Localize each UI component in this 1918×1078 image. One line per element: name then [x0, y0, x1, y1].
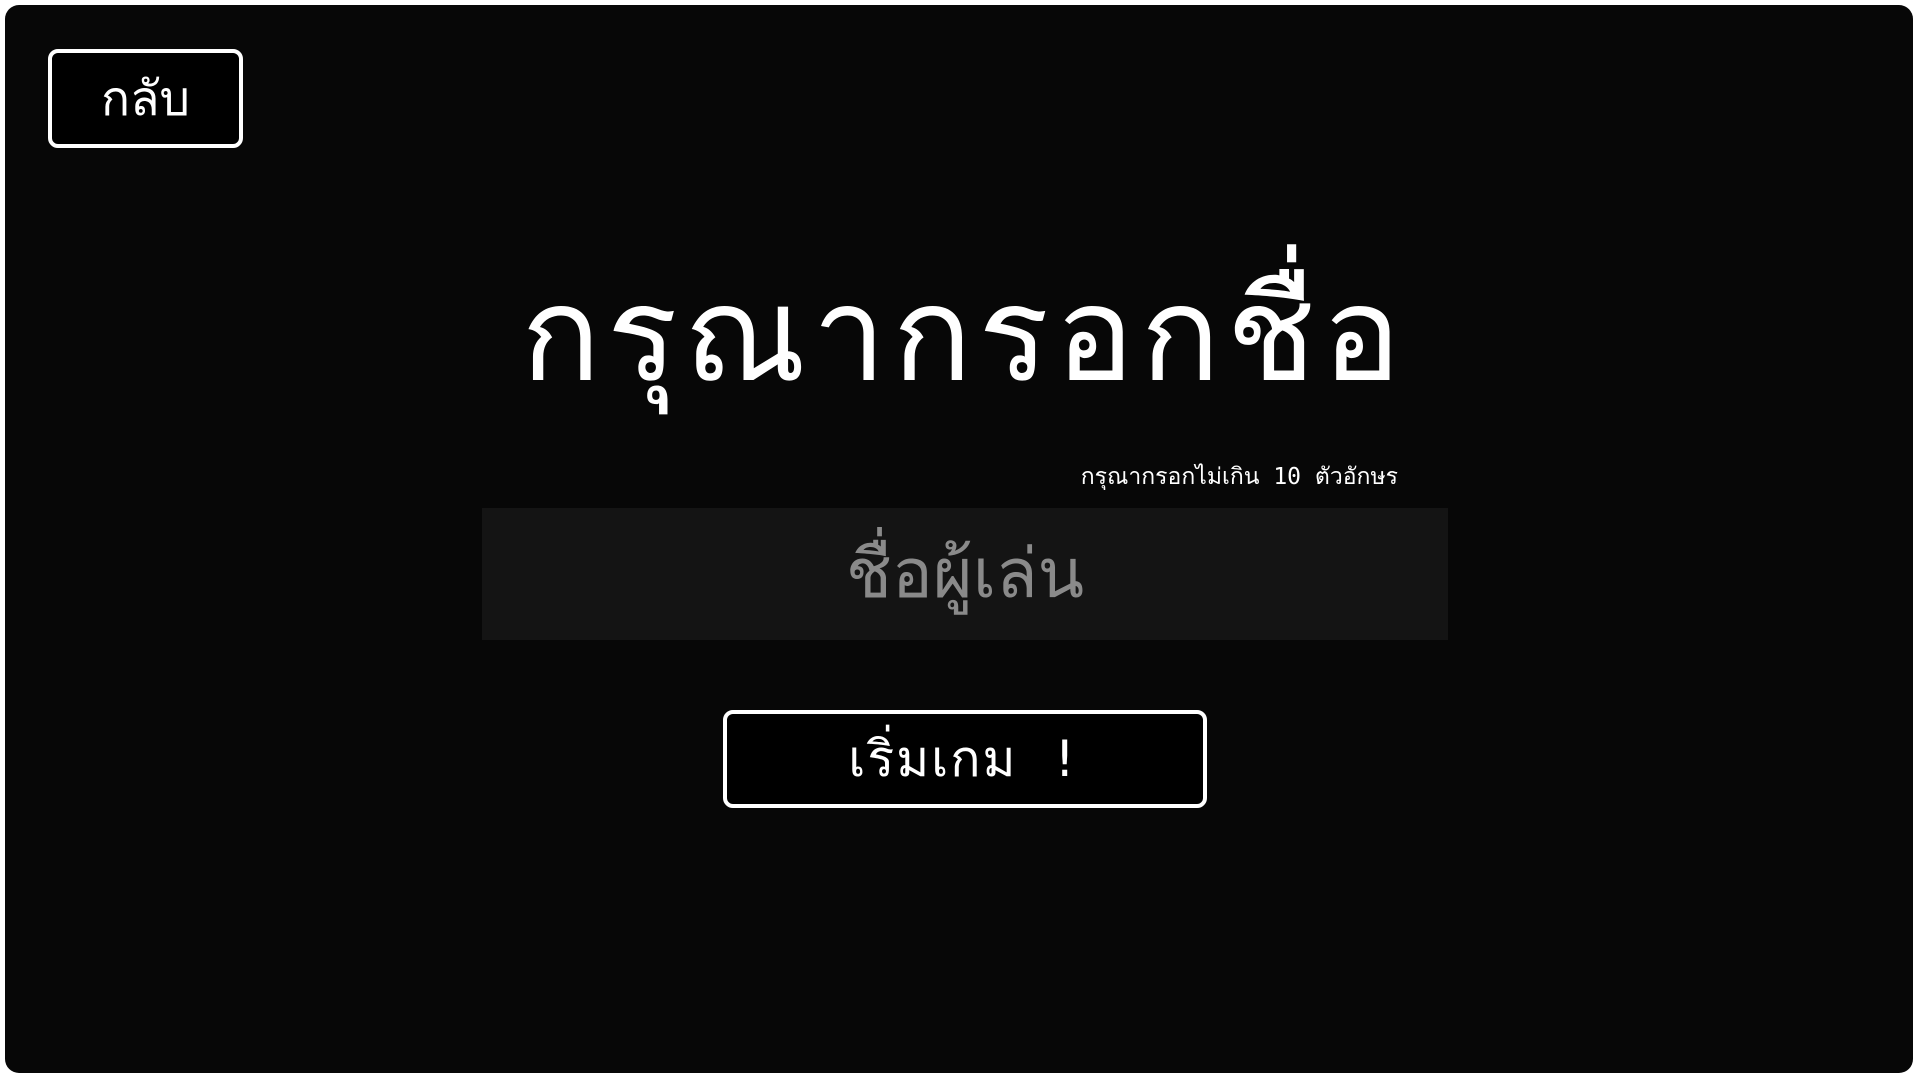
name-length-hint: กรุณากรอกไม่เกิน 10 ตัวอักษร: [1080, 464, 1398, 490]
back-button-label: กลับ: [101, 70, 190, 127]
start-game-button[interactable]: เริ่มเกม !: [723, 710, 1207, 808]
page-title: กรุณากรอกชื่อ: [520, 258, 1408, 412]
back-button[interactable]: กลับ: [48, 49, 243, 148]
player-name-input[interactable]: [482, 508, 1448, 640]
game-screen: กลับ กรุณากรอกชื่อ กรุณากรอกไม่เกิน 10 ต…: [5, 5, 1913, 1073]
start-game-button-label: เริ่มเกม !: [848, 729, 1082, 788]
